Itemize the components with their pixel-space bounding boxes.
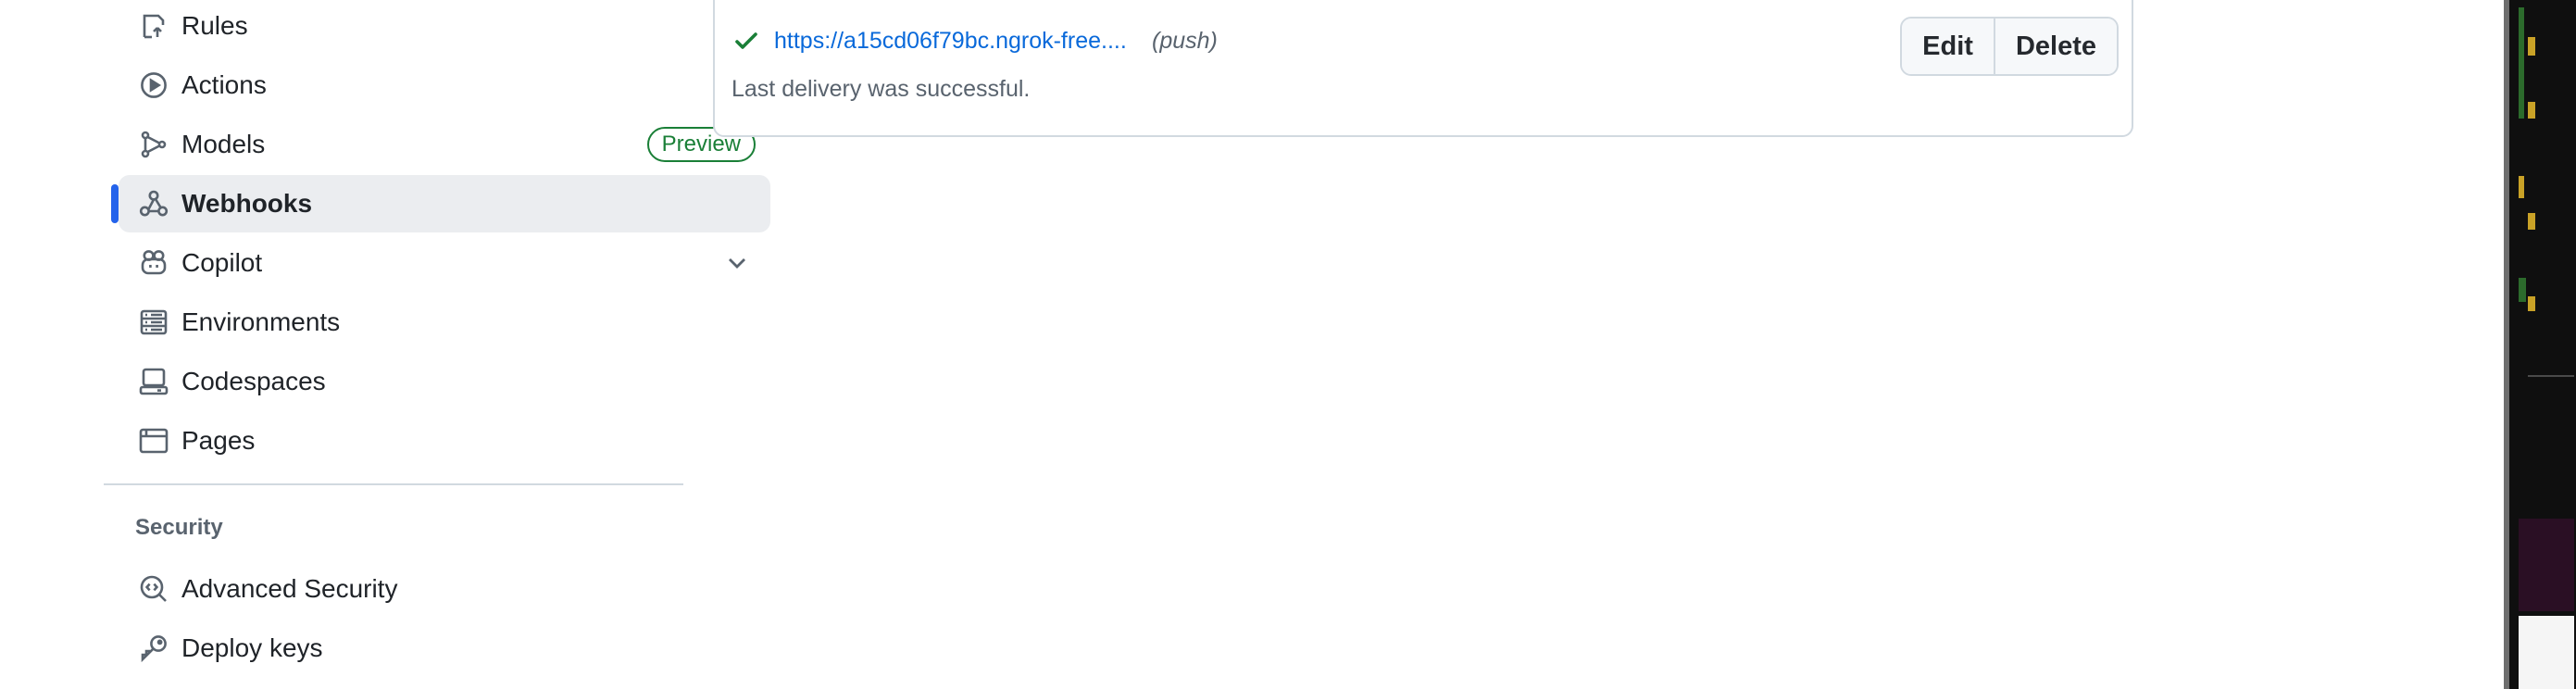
sidebar-item-advanced-security[interactable]: Advanced Security [119, 560, 770, 618]
codescan-icon [137, 572, 170, 606]
sidebar-item-webhooks[interactable]: Webhooks [111, 175, 770, 232]
check-icon [735, 32, 757, 49]
browser-icon [137, 424, 170, 457]
settings-sidebar: Rules Actions Models Preview Webhooks Co… [104, 0, 770, 689]
sidebar-item-label: Actions [181, 70, 267, 99]
key-icon [137, 632, 170, 665]
sidebar-item-actions[interactable]: Actions [119, 56, 770, 114]
chevron-down-icon[interactable] [722, 248, 752, 278]
copilot-icon [137, 246, 170, 280]
sidebar-divider [104, 483, 683, 485]
sidebar-item-label: Advanced Security [181, 574, 398, 603]
sidebar-item-label: Pages [181, 426, 256, 455]
server-icon [137, 306, 170, 339]
delete-button[interactable]: Delete [1993, 19, 2117, 74]
sidebar-item-rules[interactable]: Rules [119, 0, 770, 55]
sidebar-item-label: Webhooks [181, 189, 313, 218]
sidebar-item-environments[interactable]: Environments [119, 294, 770, 351]
active-indicator [111, 184, 119, 223]
sidebar-item-models[interactable]: Models Preview [119, 116, 770, 173]
webhook-icon [137, 187, 170, 220]
rules-icon [137, 9, 170, 43]
sidebar-item-label: Environments [181, 307, 341, 336]
sidebar-item-pages[interactable]: Pages [119, 412, 770, 470]
sidebar-item-label: Codespaces [181, 367, 326, 395]
sidebar-item-deploy-keys[interactable]: Deploy keys [119, 620, 770, 677]
codespaces-icon [137, 365, 170, 398]
models-icon [137, 128, 170, 161]
edit-button[interactable]: Edit [1902, 19, 1994, 74]
delivery-status: Last delivery was successful. [732, 76, 1031, 102]
webhook-actions: Edit Delete [1900, 17, 2119, 76]
webhook-url-link[interactable]: https://a15cd06f79bc.ngrok-free.... [774, 28, 1127, 55]
webhook-event-type: (push) [1152, 28, 1218, 54]
sidebar-item-label: Deploy keys [181, 633, 323, 662]
background-window-edge [2504, 0, 2576, 689]
sidebar-item-label: Rules [181, 11, 248, 40]
actions-play-icon [137, 69, 170, 102]
sidebar-item-label: Copilot [181, 248, 263, 277]
section-heading-security: Security [135, 515, 223, 540]
webhook-list-item: https://a15cd06f79bc.ngrok-free.... (pus… [713, 0, 2133, 137]
sidebar-item-copilot[interactable]: Copilot [119, 234, 770, 292]
sidebar-item-label: Models [181, 130, 266, 158]
sidebar-item-codespaces[interactable]: Codespaces [119, 353, 770, 410]
